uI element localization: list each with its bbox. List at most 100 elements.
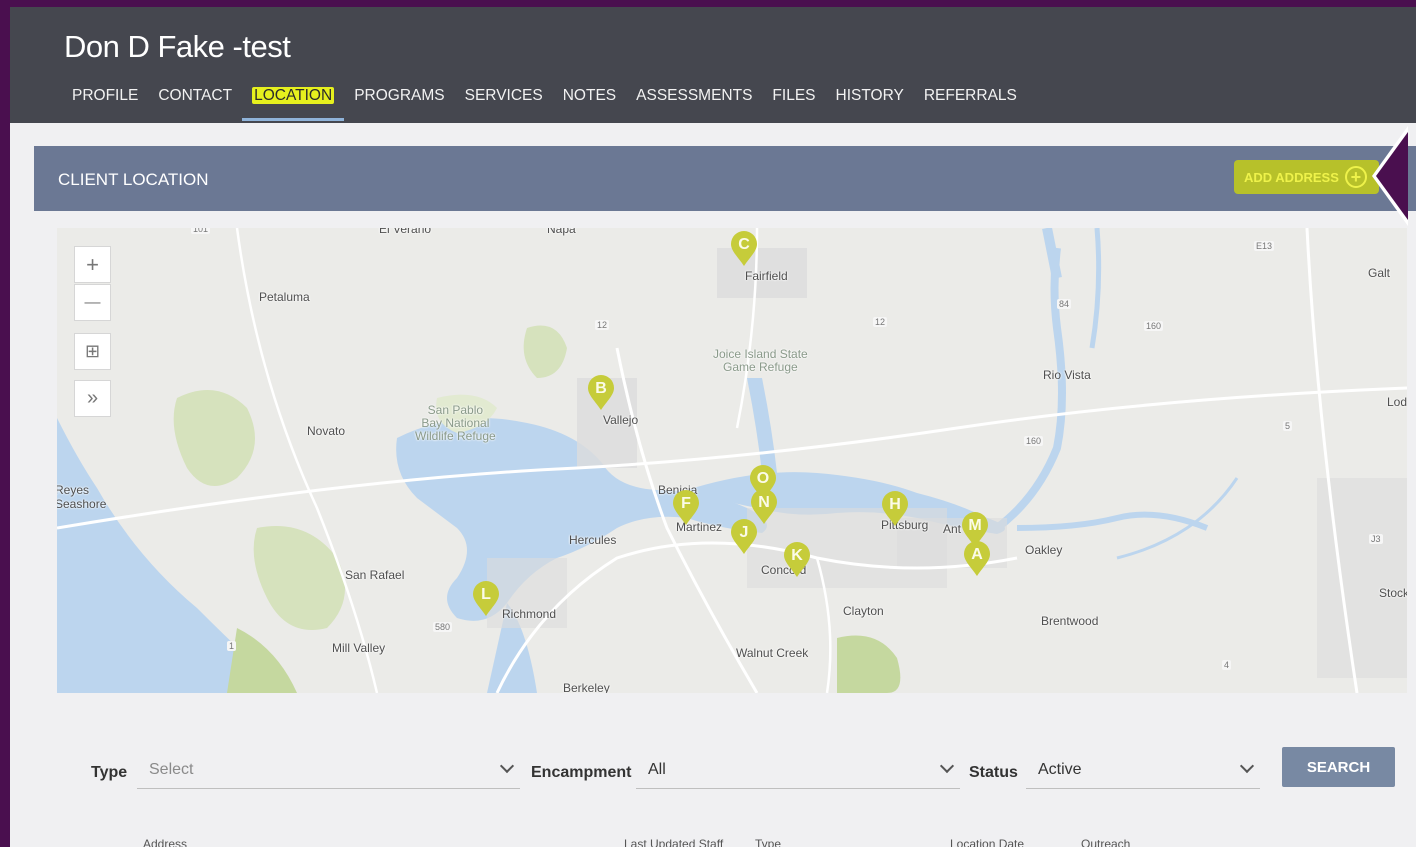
status-select-value: Active — [1038, 761, 1082, 778]
client-location-header: CLIENT LOCATION ADD ADDRESS + — [34, 146, 1416, 211]
map-pin-l[interactable]: L — [472, 581, 500, 617]
highway-label: 84 — [1057, 299, 1072, 309]
map-pin-k[interactable]: K — [783, 542, 811, 578]
map-label-line: Game Refuge — [723, 360, 798, 374]
highway-label: 1 — [227, 641, 237, 651]
pin-letter: B — [595, 380, 607, 397]
highway-label: 101 — [191, 228, 211, 234]
search-button[interactable]: SEARCH — [1282, 747, 1395, 787]
map-label: San Pablo Bay National Wildlife Refuge — [415, 404, 496, 443]
client-name: Don D Fake -test — [64, 29, 291, 64]
pin-letter: L — [481, 586, 491, 603]
map-label: Joice Island State Game Refuge — [713, 348, 808, 374]
expand-panel-icon[interactable]: » — [74, 380, 111, 417]
tab-label: CONTACT — [158, 87, 233, 104]
map-label: Seashore — [57, 497, 107, 511]
chevron-down-icon — [939, 758, 955, 774]
tab-profile[interactable]: PROFILE — [62, 77, 148, 121]
tab-notes[interactable]: NOTES — [553, 77, 626, 121]
type-select-value: Select — [149, 761, 194, 778]
map-label: Reyes — [57, 483, 90, 497]
map-pin-h[interactable]: H — [881, 491, 909, 527]
type-select[interactable]: Select — [137, 757, 520, 789]
status-select[interactable]: Active — [1026, 757, 1260, 789]
map-label: Berkeley — [563, 681, 610, 693]
map-label-line: Wildlife Refuge — [415, 429, 496, 443]
tab-label: REFERRALS — [923, 87, 1017, 104]
column-header-location-date[interactable]: Location Date — [950, 837, 1024, 847]
status-label: Status — [969, 764, 1018, 781]
grid-view-icon[interactable]: ⊞ — [74, 333, 111, 370]
add-address-button[interactable]: ADD ADDRESS + — [1234, 160, 1379, 194]
column-header-address[interactable]: Address — [143, 837, 187, 847]
tab-label: FILES — [772, 87, 816, 104]
pin-letter: C — [738, 236, 750, 253]
filter-bar: Type Select Encampment All Status Active… — [10, 737, 1416, 797]
map-label: Ant — [943, 522, 962, 536]
map-label: Richmond — [502, 607, 557, 621]
map-pin-b[interactable]: B — [587, 375, 615, 411]
map-label: Fairfield — [745, 269, 788, 283]
map-label: Vallejo — [603, 413, 639, 427]
tab-label: SERVICES — [464, 87, 543, 104]
pin-letter: N — [758, 494, 770, 511]
map-label: Galt — [1368, 266, 1391, 280]
map-pin-f[interactable]: F — [672, 490, 700, 526]
tab-services[interactable]: SERVICES — [455, 77, 553, 121]
tab-label: HISTORY — [835, 87, 904, 104]
zoom-in-button[interactable]: + — [74, 246, 111, 283]
callout-arrow-fill — [1376, 132, 1408, 220]
highway-label: 4 — [1222, 660, 1232, 670]
map-label: Hercules — [569, 533, 617, 547]
tab-programs[interactable]: PROGRAMS — [344, 77, 454, 121]
type-label: Type — [91, 764, 128, 781]
pin-letter: F — [681, 495, 691, 512]
panel-title: CLIENT LOCATION — [58, 170, 209, 189]
chevron-down-icon — [1239, 758, 1255, 774]
tab-label: ASSESSMENTS — [636, 87, 753, 104]
client-header: Don D Fake -test PROFILE CONTACT LOCATIO… — [10, 7, 1416, 123]
tab-label: LOCATION — [252, 87, 335, 104]
highway-label: 160 — [1144, 321, 1164, 331]
map-label: Mill Valley — [332, 641, 386, 655]
tab-location[interactable]: LOCATION — [242, 77, 345, 121]
tab-label: PROGRAMS — [354, 87, 445, 104]
column-header-outreach[interactable]: Outreach — [1081, 837, 1130, 847]
pin-letter: A — [971, 546, 983, 563]
highway-label: 160 — [1024, 436, 1044, 446]
pin-letter: O — [756, 470, 770, 487]
map-label: Petaluma — [259, 290, 310, 304]
plus-circle-icon: + — [1344, 166, 1367, 188]
map-pin-a[interactable]: A — [963, 541, 991, 577]
pin-letter: H — [889, 496, 901, 513]
map-label: Walnut Creek — [736, 646, 809, 660]
column-header-type[interactable]: Type — [755, 837, 781, 847]
tab-files[interactable]: FILES — [762, 77, 825, 121]
map-pin-j[interactable]: J — [730, 519, 758, 555]
column-header-last-updated-staff[interactable]: Last Updated Staff — [624, 837, 723, 847]
tab-label: PROFILE — [72, 87, 139, 104]
map-label: Rio Vista — [1043, 368, 1091, 382]
highway-label: 5 — [1283, 421, 1293, 431]
map-label: Oakley — [1025, 543, 1063, 557]
tab-referrals[interactable]: REFERRALS — [914, 77, 1027, 121]
map-label: Lod — [1387, 395, 1407, 409]
pin-letter: J — [739, 524, 749, 541]
tab-assessments[interactable]: ASSESSMENTS — [626, 77, 762, 121]
highway-label: E13 — [1254, 241, 1275, 251]
highway-label: 580 — [433, 622, 453, 632]
map-pin-c[interactable]: C — [730, 231, 758, 267]
pin-letter: M — [968, 517, 982, 534]
map-label: Clayton — [843, 604, 884, 618]
add-address-label: ADD ADDRESS — [1244, 169, 1339, 185]
map-label: Stockt — [1379, 586, 1407, 600]
map-label: Novato — [307, 424, 346, 438]
map-label: El Verano — [379, 228, 432, 236]
encampment-select[interactable]: All — [636, 757, 960, 789]
location-map[interactable]: + — ⊞ » El Verano Napa Petaluma Fairfiel… — [57, 228, 1407, 693]
encampment-label: Encampment — [531, 764, 632, 781]
tab-contact[interactable]: CONTACT — [148, 77, 242, 121]
tab-history[interactable]: HISTORY — [826, 77, 914, 121]
zoom-out-button[interactable]: — — [74, 284, 111, 321]
highway-label: J3 — [1369, 534, 1383, 544]
